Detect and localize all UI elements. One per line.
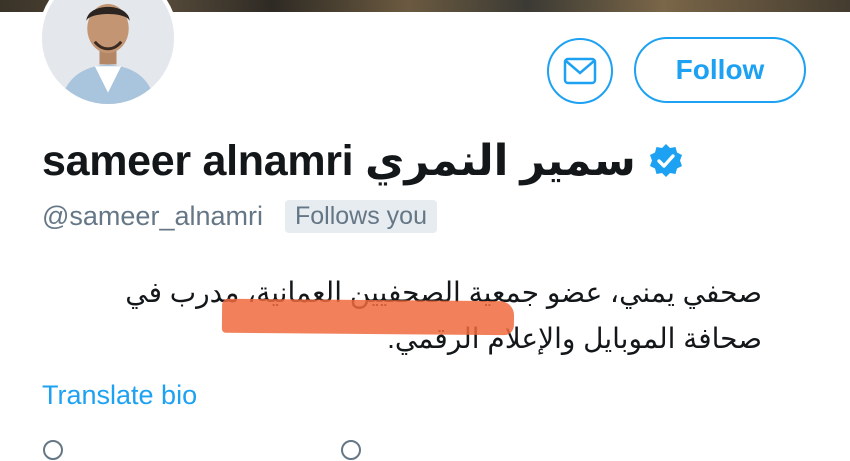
handle: @sameer_alnamri bbox=[42, 200, 263, 231]
link-icon bbox=[341, 440, 361, 460]
translate-bio-link[interactable]: Translate bio bbox=[42, 380, 197, 411]
profile-meta-row bbox=[42, 440, 362, 460]
location-icon bbox=[43, 440, 63, 460]
display-name: sameer alnamri سمير النمري bbox=[42, 137, 636, 185]
envelope-icon bbox=[563, 57, 597, 85]
message-button[interactable] bbox=[547, 38, 613, 104]
follows-you-badge: Follows you bbox=[284, 199, 437, 233]
handle-row: @sameer_alnamri Follows you bbox=[42, 196, 437, 236]
redaction-mark bbox=[221, 298, 515, 336]
avatar[interactable] bbox=[38, 0, 178, 108]
follow-button[interactable]: Follow bbox=[634, 37, 806, 103]
name-row: sameer alnamri سمير النمري bbox=[42, 134, 684, 188]
verified-badge-icon bbox=[649, 144, 682, 177]
